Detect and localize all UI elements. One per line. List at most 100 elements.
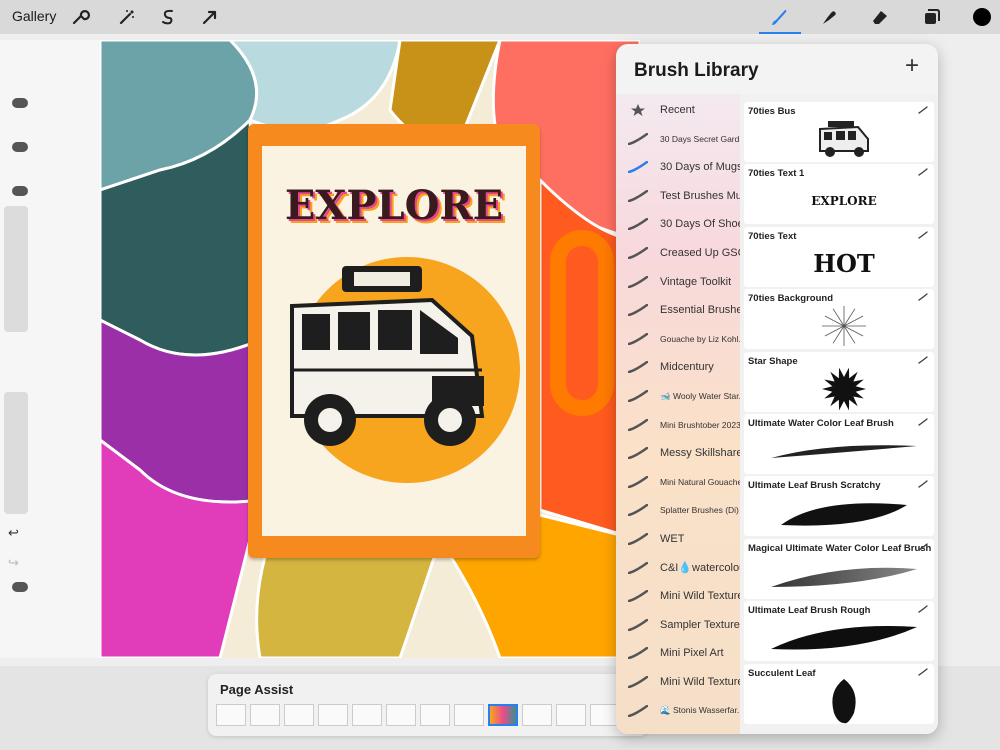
brush-preview <box>764 367 924 410</box>
brush-item[interactable]: 70ties Background <box>744 289 934 350</box>
sidebar-ring-1 <box>12 98 28 108</box>
brush-set-item[interactable]: Mini Wild Textures <box>616 668 740 696</box>
selection-s-icon[interactable] <box>156 5 180 29</box>
brush-set-item[interactable]: Splatter Brushes (Di) <box>616 496 740 524</box>
brushes-list: 70ties Bus 70ties Text 1 EXPLORE 70ties Tex… <box>740 94 938 734</box>
undo-icon[interactable]: ↩ <box>8 525 19 541</box>
brush-set-item[interactable]: 🐋 Wooly Water Star... <box>616 382 740 410</box>
brush-size-slider[interactable] <box>4 206 28 332</box>
eraser-icon[interactable] <box>868 5 892 29</box>
brush-set-label: Mini Natural Gouache <box>660 476 740 487</box>
brush-set-label: 30 Days of Mugs <box>660 161 740 174</box>
brush-set-item[interactable]: Messy Skillshare <box>616 439 740 467</box>
brush-name: 70ties Text <box>748 230 797 242</box>
layers-icon[interactable] <box>920 5 944 29</box>
opacity-slider[interactable] <box>4 392 28 514</box>
page-thumbnail[interactable] <box>284 704 314 726</box>
magic-wand-icon[interactable] <box>115 5 139 29</box>
brush-set-item[interactable]: 30 Days Secret Gard... <box>616 125 740 153</box>
brush-item[interactable]: 70ties Text 1 EXPLORE <box>744 164 934 225</box>
brush-set-item[interactable]: Vintage Toolkit <box>616 268 740 296</box>
page-thumbnail[interactable] <box>420 704 450 726</box>
brush-set-item[interactable]: Mini Brushtober 2023 <box>616 411 740 439</box>
brush-stroke-icon <box>628 332 648 345</box>
brush-stroke-mini-icon <box>918 293 928 303</box>
brush-set-label: Test Brushes Mugs <box>660 189 740 202</box>
brush-set-item[interactable]: Creased Up GSC <box>616 239 740 267</box>
page-thumbnail[interactable] <box>488 704 518 726</box>
brush-set-item[interactable]: 🌊 Stonis Wasserfar... <box>616 697 740 725</box>
brush-set-item[interactable]: Mini Pixel Art <box>616 639 740 667</box>
arrow-cursor-icon[interactable] <box>198 5 222 29</box>
brush-stroke-icon <box>628 647 648 660</box>
brush-stroke-icon <box>628 361 648 374</box>
brush-preview <box>764 492 924 534</box>
brush-set-item[interactable]: 30 Days Of Shoes <box>616 210 740 238</box>
brush-stroke-mini-icon <box>918 106 928 116</box>
brush-set-label: Sampler Texture <box>660 618 740 631</box>
brush-set-item[interactable]: Mini Wild Textures <box>616 582 740 610</box>
smudge-icon[interactable] <box>817 5 841 29</box>
wrench-icon[interactable] <box>68 5 92 29</box>
brush-set-item[interactable]: Gouache by Liz Kohl... <box>616 325 740 353</box>
brush-set-item[interactable]: Midcentury <box>616 353 740 381</box>
redo-icon[interactable]: ↪ <box>8 555 19 571</box>
gallery-button[interactable]: Gallery <box>12 8 56 24</box>
brush-name: 70ties Background <box>748 293 833 305</box>
brush-set-item[interactable]: Test Brushes Mugs <box>616 182 740 210</box>
color-swatch-icon[interactable] <box>970 5 994 29</box>
add-brush-set-button[interactable]: + <box>901 54 923 78</box>
brush-stroke-mini-icon <box>918 168 928 178</box>
brush-item[interactable]: Ultimate Leaf Brush Scratchy <box>744 476 934 537</box>
brush-name: 70ties Bus <box>748 106 796 117</box>
brush-set-item[interactable]: WET <box>616 525 740 553</box>
page-thumbnail[interactable] <box>216 704 246 726</box>
brush-stroke-icon <box>628 704 648 717</box>
brush-item[interactable]: Succulent Leaf <box>744 663 934 724</box>
brush-stroke-icon <box>628 475 648 488</box>
brush-item[interactable]: Ultimate Leaf Brush Rough <box>744 601 934 662</box>
page-thumbnail[interactable] <box>250 704 280 726</box>
brush-set-item[interactable]: Essential Brushes <box>616 296 740 324</box>
mug: EXPLORE <box>248 124 540 558</box>
brush-set-label: WET <box>660 533 685 545</box>
brush-stroke-mini-icon <box>918 667 928 678</box>
page-assist-panel: Page Assist <box>208 674 648 736</box>
brush-set-item[interactable]: 30 Days of Mugs <box>616 153 740 181</box>
brush-set-label: Recent <box>660 104 695 116</box>
brush-set-label: 30 Days Secret Gard... <box>660 133 740 144</box>
page-thumbnail[interactable] <box>454 704 484 726</box>
brush-item[interactable]: 70ties Bus <box>744 102 934 162</box>
brush-set-item[interactable]: Recent <box>616 96 740 124</box>
brush-item[interactable]: 70ties Text HOT <box>744 226 934 287</box>
brush-set-label: Splatter Brushes (Di) <box>660 505 739 516</box>
brush-item[interactable]: Ultimate Water Color Leaf Brush <box>744 414 934 474</box>
page-thumbnails <box>216 704 620 726</box>
brush-item[interactable]: Star Shape <box>744 351 934 412</box>
page-thumbnail[interactable] <box>318 704 348 726</box>
mug-handle <box>550 230 614 416</box>
artwork-canvas[interactable]: EXPLORE <box>100 40 640 658</box>
brush-set-item[interactable]: C&I💧watercolour <box>616 554 740 582</box>
page-thumbnail[interactable] <box>386 704 416 726</box>
brush-set-label: Essential Brushes <box>660 304 740 317</box>
brush-set-label: Messy Skillshare <box>660 447 740 460</box>
sidebar-ring-2 <box>12 142 28 152</box>
brush-set-item[interactable]: Sampler Texture <box>616 611 740 639</box>
brush-stroke-icon <box>628 676 648 688</box>
page-thumbnail[interactable] <box>352 704 382 726</box>
brush-stroke-icon <box>628 418 648 431</box>
brush-preview <box>764 305 924 347</box>
paintbrush-icon[interactable] <box>767 5 791 29</box>
page-thumbnail[interactable] <box>556 704 586 726</box>
brush-set-label: Creased Up GSC <box>660 247 740 259</box>
page-thumbnail[interactable] <box>522 704 552 726</box>
brush-name: Magical Ultimate Water Color Leaf Brush <box>748 542 932 554</box>
brush-stroke-icon <box>628 247 648 259</box>
brush-stroke-icon <box>628 218 648 231</box>
brush-item[interactable]: Magical Ultimate Water Color Leaf Brush <box>744 538 934 599</box>
brush-stroke-icon <box>628 275 648 288</box>
brush-set-item[interactable]: Mini Natural Gouache <box>616 468 740 496</box>
brush-preview <box>764 430 924 472</box>
brush-name: Star Shape <box>748 355 798 367</box>
